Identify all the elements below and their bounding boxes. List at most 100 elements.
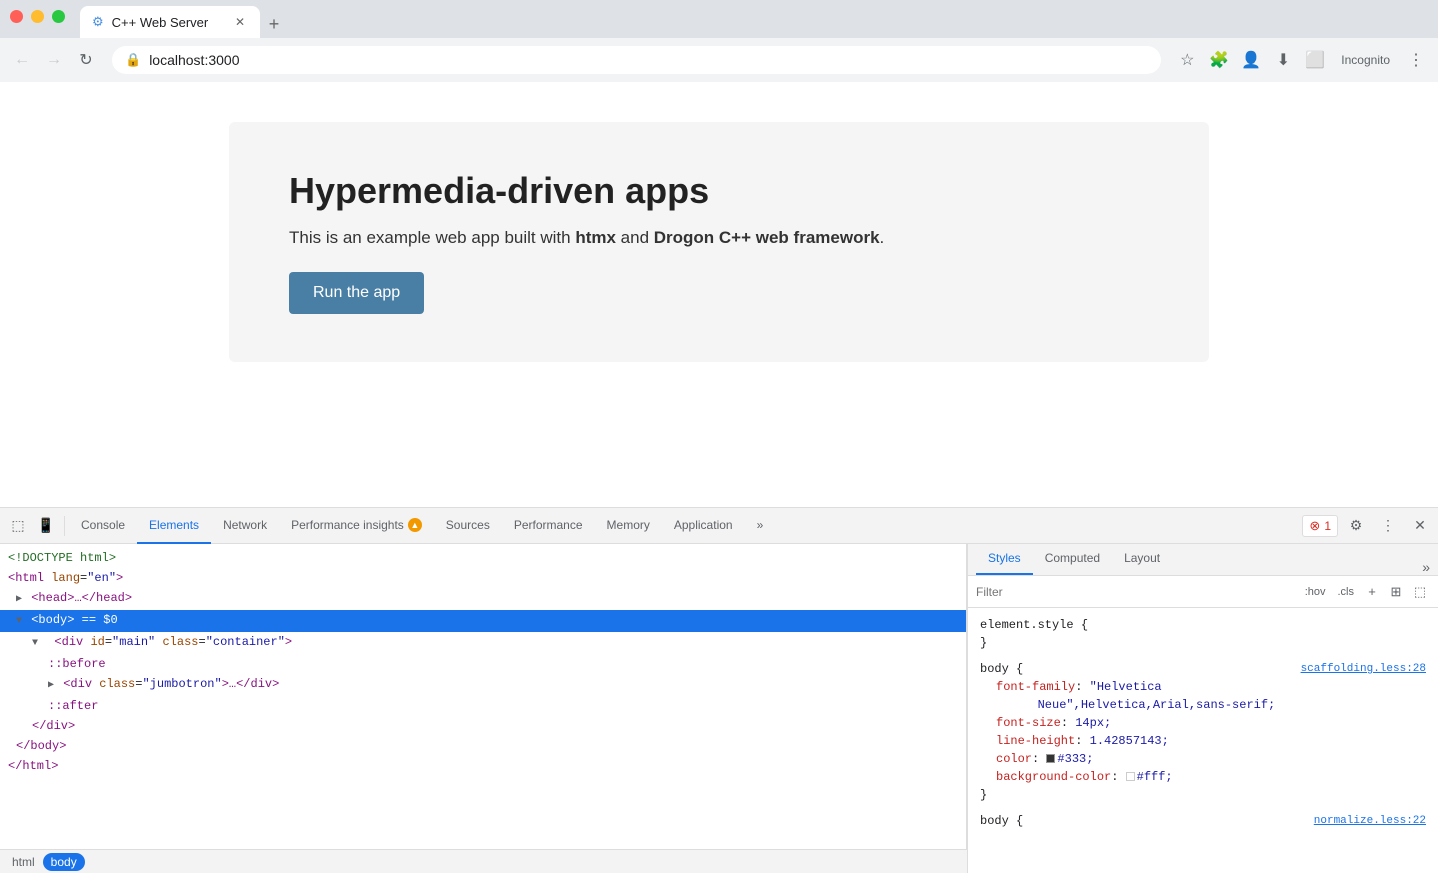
tab-memory[interactable]: Memory (595, 508, 662, 544)
style-origin-normalize[interactable]: normalize.less:22 (1314, 812, 1426, 830)
devtools-more-btn[interactable]: ⋮ (1374, 512, 1402, 540)
close-devtools-btn[interactable]: ✕ (1406, 512, 1434, 540)
tab-close-btn[interactable]: ✕ (232, 14, 248, 30)
page-area: Hypermedia-driven apps This is an exampl… (0, 82, 1438, 873)
lock-icon: 🔒 (125, 52, 141, 68)
html-line: ::before (0, 654, 966, 674)
tab-memory-label: Memory (607, 518, 650, 532)
html-line: <!DOCTYPE html> (0, 548, 966, 568)
toolbar-right: ☆ 🧩 👤 ⬇ ⬜ Incognito ⋮ (1173, 46, 1430, 74)
styles-filter-bar: :hov .cls + ⊞ ⬚ (968, 576, 1438, 608)
tab-sources[interactable]: Sources (434, 508, 502, 544)
address-bar[interactable]: 🔒 localhost:3000 (112, 46, 1161, 74)
tab-styles[interactable]: Styles (976, 544, 1033, 575)
devtools-btn[interactable]: ⬜ (1301, 46, 1329, 74)
tab-performance-insights[interactable]: Performance insights ▲ (279, 508, 434, 544)
webpage-inner: Hypermedia-driven apps This is an exampl… (169, 82, 1269, 402)
tab-console[interactable]: Console (69, 508, 137, 544)
jumbotron: Hypermedia-driven apps This is an exampl… (229, 122, 1209, 362)
bookmark-btn[interactable]: ☆ (1173, 46, 1201, 74)
html-line: <html lang="en"> (0, 568, 966, 588)
tab-network-label: Network (223, 518, 267, 532)
tab-elements-label: Elements (149, 518, 199, 532)
style-selector-body2: body { normalize.less:22 (980, 812, 1426, 830)
settings-btn[interactable]: ⚙ (1342, 512, 1370, 540)
tab-application-label: Application (674, 518, 733, 532)
add-style-btn[interactable]: + (1362, 582, 1382, 602)
elements-panel[interactable]: <!DOCTYPE html> <html lang="en"> ▶ <head… (0, 544, 967, 849)
html-line-body[interactable]: ▼ <body> == $0 (0, 610, 966, 632)
breadcrumb-body[interactable]: body (43, 853, 85, 871)
profile-btn[interactable]: 👤 (1237, 46, 1265, 74)
styles-panel: Styles Computed Layout » :hov (968, 544, 1438, 873)
minimize-window-btn[interactable] (31, 10, 44, 23)
tab-elements[interactable]: Elements (137, 508, 211, 544)
devtools-right-controls: ⊗ 1 ⚙ ⋮ ✕ (1302, 512, 1434, 540)
devtools-panel: ⬚ 📱 Console Elements Network Performance… (0, 507, 1438, 873)
incognito-label: Incognito (1333, 53, 1398, 67)
reload-btn[interactable]: ↻ (72, 46, 100, 74)
computed-tab-label: Computed (1045, 551, 1100, 565)
tab-title: C++ Web Server (112, 15, 209, 30)
window-controls (10, 10, 65, 23)
menu-btn[interactable]: ⋮ (1402, 46, 1430, 74)
tab-performance[interactable]: Performance (502, 508, 595, 544)
webpage-content: Hypermedia-driven apps This is an exampl… (0, 82, 1438, 507)
close-window-btn[interactable] (10, 10, 23, 23)
download-btn[interactable]: ⬇ (1269, 46, 1297, 74)
maximize-window-btn[interactable] (52, 10, 65, 23)
more-tabs-btn[interactable]: » (745, 508, 776, 544)
devtools-tab-bar: ⬚ 📱 Console Elements Network Performance… (0, 508, 1438, 544)
html-line: </div> (0, 716, 966, 736)
new-tab-btn[interactable]: + (260, 10, 288, 38)
browser-toolbar: ← → ↻ 🔒 localhost:3000 ☆ 🧩 👤 ⬇ ⬜ Incogni… (0, 38, 1438, 82)
tab-perf-insights-label: Performance insights (291, 518, 404, 532)
run-app-button[interactable]: Run the app (289, 272, 424, 314)
extensions-btn[interactable]: 🧩 (1205, 46, 1233, 74)
element-state-btn[interactable]: ⬚ (1410, 582, 1430, 602)
styles-filter-input[interactable] (976, 585, 1297, 599)
breadcrumb-html[interactable]: html (8, 853, 39, 871)
tab-layout[interactable]: Layout (1112, 544, 1172, 575)
tab-console-label: Console (81, 518, 125, 532)
html-line: </html> (0, 756, 966, 776)
html-line: ▼ <div id="main" class="container"> (0, 632, 966, 654)
tab-separator (64, 516, 65, 536)
styles-tab-label: Styles (988, 551, 1021, 565)
page-heading: Hypermedia-driven apps (289, 170, 1149, 212)
browser-tab[interactable]: ⚙ C++ Web Server ✕ (80, 6, 260, 38)
url-display: localhost:3000 (149, 52, 1148, 68)
drogon-text: Drogon C++ web framework (654, 228, 880, 247)
tab-sources-label: Sources (446, 518, 490, 532)
tab-network[interactable]: Network (211, 508, 279, 544)
tab-application[interactable]: Application (662, 508, 745, 544)
desc-plain: This is an example web app built with (289, 228, 575, 247)
hov-btn[interactable]: :hov (1301, 584, 1330, 600)
elements-breadcrumb: html body (0, 849, 967, 873)
style-origin-scaffolding[interactable]: scaffolding.less:28 (1301, 660, 1426, 678)
forward-btn[interactable]: → (40, 46, 68, 74)
html-line: </body> (0, 736, 966, 756)
cls-btn[interactable]: .cls (1334, 584, 1359, 600)
browser-window: ⚙ C++ Web Server ✕ + ← → ↻ 🔒 localhost:3… (0, 0, 1438, 873)
tab-computed[interactable]: Computed (1033, 544, 1112, 575)
and-text: and (616, 228, 654, 247)
styles-more-btn[interactable]: » (1422, 559, 1430, 575)
style-prop-font-family: font-family: "Helvetica Neue",Helvetica,… (980, 678, 1426, 714)
tab-bar: ⚙ C++ Web Server ✕ + (0, 0, 1438, 38)
perf-insights-badge: Performance insights ▲ (291, 518, 422, 532)
device-toolbar-btn[interactable]: 📱 (32, 512, 60, 540)
style-prop-line-height: line-height: 1.42857143; (980, 732, 1426, 750)
back-btn[interactable]: ← (8, 46, 36, 74)
style-prop-bg-color: background-color: #fff; (980, 768, 1426, 786)
style-selector-element: element.style { (980, 616, 1426, 634)
color-swatch-333 (1046, 754, 1055, 763)
html-line: ▶ <div class="jumbotron">…</div> (0, 674, 966, 696)
style-prop-color: color: #333; (980, 750, 1426, 768)
new-style-rule-btn[interactable]: ⊞ (1386, 582, 1406, 602)
style-close-element: } (980, 634, 1426, 652)
style-close-body1: } (980, 786, 1426, 804)
error-badge[interactable]: ⊗ 1 (1302, 515, 1338, 537)
layout-tab-label: Layout (1124, 551, 1160, 565)
inspect-element-btn[interactable]: ⬚ (4, 512, 32, 540)
